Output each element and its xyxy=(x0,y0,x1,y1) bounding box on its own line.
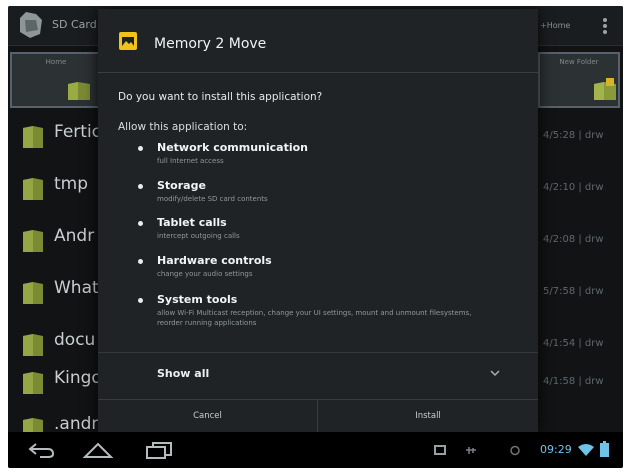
file-name: What xyxy=(54,278,99,298)
bullet-icon xyxy=(138,221,143,226)
folder-icon xyxy=(23,334,43,356)
bullet-icon xyxy=(138,184,143,189)
file-name: .andr xyxy=(54,414,99,432)
file-meta: 4/5:28 | drw xyxy=(543,130,604,141)
file-name: docu xyxy=(54,330,96,350)
cancel-button[interactable]: Cancel xyxy=(98,400,318,433)
wifi-icon xyxy=(578,444,594,456)
folder-icon xyxy=(23,230,43,252)
file-meta: 4/1:58 | drw xyxy=(543,376,604,387)
permission-title: Network communication xyxy=(157,141,309,154)
back-icon[interactable] xyxy=(26,440,56,460)
install-dialog: Memory 2 Move Do you want to install thi… xyxy=(98,9,538,433)
folder-icon xyxy=(23,282,43,304)
screenshot-icon xyxy=(434,445,446,455)
new-folder-icon xyxy=(594,78,616,100)
permission-title: Hardware controls xyxy=(157,254,272,267)
permission-description: modify/delete SD card contents xyxy=(157,195,268,203)
bullet-icon xyxy=(138,298,143,303)
permission-description: full Internet access xyxy=(157,157,224,165)
permission-description: allow Wi-Fi Multicast reception, change … xyxy=(157,309,472,327)
home-icon[interactable] xyxy=(82,440,114,460)
permission-title: System tools xyxy=(157,293,238,306)
dialog-header: Memory 2 Move xyxy=(98,9,538,73)
system-nav-bar: 09:29 xyxy=(8,432,623,468)
dialog-button-bar: Cancel Install xyxy=(98,399,538,433)
toolbar-new-folder-button[interactable]: New Folder xyxy=(538,52,620,108)
dialog-title: Memory 2 Move xyxy=(154,36,267,52)
allow-heading: Allow this application to: xyxy=(118,121,248,133)
bullet-icon xyxy=(138,146,143,151)
folder-icon xyxy=(23,372,43,394)
permission-description: intercept outgoing calls xyxy=(157,232,240,240)
file-name: Kingo xyxy=(54,368,102,388)
permission-description: change your audio settings xyxy=(157,270,253,278)
install-button[interactable]: Install xyxy=(318,400,538,433)
file-name: Andr xyxy=(54,226,95,246)
file-meta: 4/2:10 | drw xyxy=(543,182,604,193)
action-bar-home-link[interactable]: +Home xyxy=(540,21,570,30)
show-all-label: Show all xyxy=(157,367,210,380)
file-meta: 5/7:58 | drw xyxy=(543,286,604,297)
file-name: Fertic xyxy=(54,122,102,142)
folder-icon xyxy=(23,126,43,148)
bullet-icon xyxy=(138,259,143,264)
screen: SD Card +Home Home New Folder Fertic 4/5… xyxy=(8,6,623,468)
action-bar-title: SD Card xyxy=(52,18,97,31)
system-clock: 09:29 xyxy=(540,443,572,456)
battery-icon xyxy=(600,441,609,457)
app-package-icon xyxy=(119,32,137,50)
home-folder-icon xyxy=(68,82,90,100)
usb-debug-icon xyxy=(466,447,476,454)
file-meta: 4/2:08 | drw xyxy=(543,234,604,245)
install-question: Do you want to install this application? xyxy=(118,91,323,103)
recent-apps-icon[interactable] xyxy=(144,440,174,460)
chevron-down-icon xyxy=(490,370,500,377)
app-logo-icon[interactable] xyxy=(16,10,46,40)
notification-icon xyxy=(510,445,520,456)
folder-icon xyxy=(23,418,43,432)
show-all-toggle[interactable]: Show all xyxy=(98,352,538,392)
permission-title: Storage xyxy=(157,179,206,192)
file-name: tmp xyxy=(54,174,89,194)
toolbar-home-button[interactable]: Home xyxy=(10,52,102,108)
folder-icon xyxy=(23,178,43,200)
overflow-menu-icon[interactable] xyxy=(602,16,608,36)
toolbar-home-label: Home xyxy=(45,58,67,66)
toolbar-new-folder-label: New Folder xyxy=(559,58,599,66)
file-meta: 4/1:54 | drw xyxy=(543,338,604,349)
permission-title: Tablet calls xyxy=(157,216,227,229)
